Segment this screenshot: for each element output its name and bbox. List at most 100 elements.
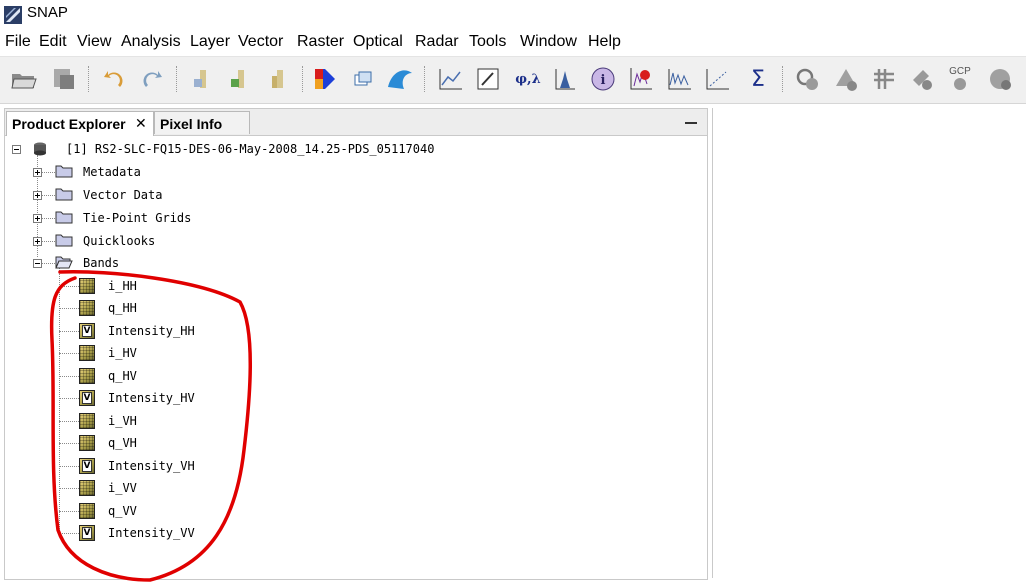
tab-product-explorer-label: Product Explorer [12, 116, 126, 132]
menu-help[interactable]: Help [588, 33, 621, 51]
statistics-icon[interactable] [627, 65, 655, 93]
app-title: SNAP [27, 4, 68, 21]
wave-icon[interactable] [386, 65, 414, 93]
toolbar-separator [176, 66, 178, 92]
virtual-band-icon: V [79, 390, 95, 406]
tree-connector [59, 511, 79, 512]
band-item[interactable]: Intensity_VH [108, 459, 195, 473]
band-item[interactable]: i_HV [108, 346, 137, 360]
tree-connector [59, 286, 79, 287]
spectrum-icon[interactable] [436, 65, 464, 93]
geo-location-icon[interactable]: φ,λ [510, 65, 546, 93]
menu-bar: File Edit View Analysis Layer Vector Ras… [0, 30, 1026, 56]
mask-icon[interactable] [794, 65, 822, 93]
expand-tie-point-grids-icon[interactable] [33, 214, 42, 223]
band-icon [79, 368, 95, 384]
virtual-band-glyph: V [82, 392, 92, 404]
redo-icon[interactable] [138, 65, 166, 93]
band-item[interactable]: q_HV [108, 369, 137, 383]
virtual-band-glyph: V [82, 527, 92, 539]
open-folder-icon [55, 256, 73, 269]
histogram-icon[interactable] [551, 65, 579, 93]
tree-item-metadata[interactable]: Metadata [83, 165, 141, 179]
toolbar-separator [88, 66, 90, 92]
tab-product-explorer[interactable]: Product Explorer ✕ [6, 111, 154, 136]
band-item[interactable]: Intensity_VV [108, 526, 195, 540]
collapse-bands-icon[interactable] [33, 259, 42, 268]
toolbar-separator [782, 66, 784, 92]
menu-analysis[interactable]: Analysis [121, 33, 181, 51]
band-item[interactable]: i_VH [108, 414, 137, 428]
minimize-panel-icon[interactable] [685, 122, 697, 124]
import-icon[interactable] [188, 65, 216, 93]
band-item[interactable]: i_HH [108, 279, 137, 293]
band-icon [79, 345, 95, 361]
editor-area [712, 108, 1023, 578]
tree-connector [59, 421, 79, 422]
expand-metadata-icon[interactable] [33, 168, 42, 177]
graph-icon[interactable] [832, 65, 860, 93]
profile-plot-icon[interactable] [665, 65, 693, 93]
tree-item-tie-point-grids[interactable]: Tie-Point Grids [83, 211, 191, 225]
tab-pixel-info-label: Pixel Info [160, 116, 223, 132]
menu-edit[interactable]: Edit [39, 33, 67, 51]
layer-manager-icon[interactable] [349, 65, 377, 93]
expand-vector-data-icon[interactable] [33, 191, 42, 200]
main-toolbar: φ,λ i Σ GCP [0, 56, 1026, 104]
product-tree: [1] RS2-SLC-FQ15-DES-06-May-2008_14.25-P… [5, 135, 707, 579]
gcp-label: GCP [949, 66, 971, 77]
toolbar-separator [424, 66, 426, 92]
virtual-band-icon: V [79, 323, 95, 339]
band-icon [79, 278, 95, 294]
close-tab-icon[interactable]: ✕ [135, 115, 147, 132]
menu-vector[interactable]: Vector [238, 33, 283, 51]
menu-tools[interactable]: Tools [469, 33, 506, 51]
tree-item-bands[interactable]: Bands [83, 256, 119, 270]
grid-icon[interactable] [870, 65, 898, 93]
band-item[interactable]: q_VH [108, 436, 137, 450]
tree-connector [59, 331, 79, 332]
band-icon [79, 413, 95, 429]
tree-item-quicklooks[interactable]: Quicklooks [83, 234, 155, 248]
band-item[interactable]: Intensity_HV [108, 391, 195, 405]
save-product-icon[interactable] [50, 65, 78, 93]
collapse-product-icon[interactable] [12, 145, 21, 154]
panel-tab-strip: Product Explorer ✕ Pixel Info [5, 109, 707, 136]
virtual-band-glyph: V [82, 460, 92, 472]
menu-view[interactable]: View [77, 33, 111, 51]
band-icon [79, 300, 95, 316]
product-node[interactable]: [1] RS2-SLC-FQ15-DES-06-May-2008_14.25-P… [66, 142, 434, 156]
menu-raster[interactable]: Raster [297, 33, 344, 51]
open-product-icon[interactable] [10, 65, 38, 93]
menu-file[interactable]: File [5, 33, 31, 51]
menu-optical[interactable]: Optical [353, 33, 403, 51]
scatter-plot-icon[interactable] [703, 65, 731, 93]
band-icon [79, 435, 95, 451]
menu-radar[interactable]: Radar [415, 33, 459, 51]
band-icon [79, 480, 95, 496]
tree-connector [59, 533, 79, 534]
undo-icon[interactable] [100, 65, 128, 93]
snap-logo-icon [4, 6, 22, 24]
menu-layer[interactable]: Layer [190, 33, 230, 51]
tree-item-vector-data[interactable]: Vector Data [83, 188, 162, 202]
band-item[interactable]: q_VV [108, 504, 137, 518]
band-item[interactable]: i_VV [108, 481, 137, 495]
tab-pixel-info[interactable]: Pixel Info [154, 111, 250, 134]
time-series-icon[interactable] [986, 65, 1014, 93]
information-icon[interactable]: i [589, 65, 617, 93]
color-manipulation-icon[interactable] [311, 65, 339, 93]
sum-icon[interactable]: Σ [744, 65, 772, 93]
expand-quicklooks-icon[interactable] [33, 237, 42, 246]
band-item[interactable]: Intensity_HH [108, 324, 195, 338]
gcp-icon[interactable]: GCP [946, 65, 974, 93]
tree-connector [59, 466, 79, 467]
band-item[interactable]: q_HH [108, 301, 137, 315]
pin-icon[interactable] [474, 65, 502, 93]
tree-connector [59, 308, 79, 309]
range-finder-icon[interactable] [908, 65, 936, 93]
export-band-icon[interactable] [264, 65, 292, 93]
tree-connector [59, 443, 79, 444]
export-icon[interactable] [226, 65, 254, 93]
menu-window[interactable]: Window [520, 33, 577, 51]
